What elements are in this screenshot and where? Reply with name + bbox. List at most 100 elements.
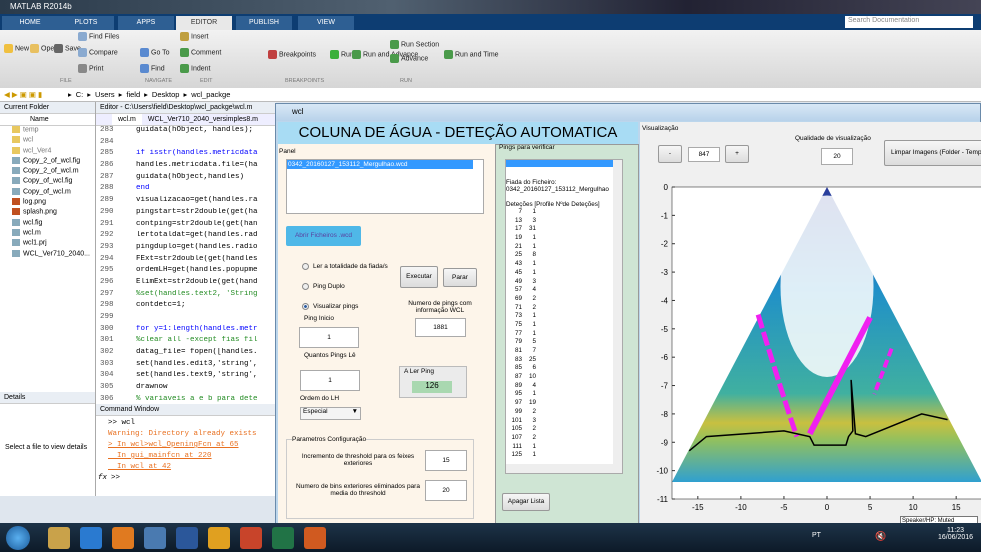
- editor-tab[interactable]: WCL_Ver710_2040_versimples8.m: [142, 114, 264, 125]
- file-item[interactable]: Copy_of_wcl.fig: [0, 177, 95, 187]
- detection-row[interactable]: 49 3: [506, 278, 622, 287]
- language-indicator[interactable]: PT: [812, 532, 821, 539]
- detection-row[interactable]: 83 25: [506, 356, 622, 365]
- detection-row[interactable]: 45 1: [506, 269, 622, 278]
- code-line[interactable]: 289 visualizacao=get(handles.ra: [96, 196, 276, 208]
- add-wcd-files-button[interactable]: Abrir Ficheiros .wcd: [286, 226, 361, 246]
- radio-button-icon[interactable]: [302, 283, 309, 290]
- file-item[interactable]: temp: [0, 126, 95, 136]
- detection-row[interactable]: 87 10: [506, 373, 622, 382]
- detection-row[interactable]: 107 2: [506, 434, 622, 443]
- code-line[interactable]: 288 end: [96, 184, 276, 196]
- speaker-muted-icon[interactable]: 🔇: [875, 531, 886, 542]
- outlook-icon[interactable]: [208, 527, 230, 549]
- app-icon[interactable]: [144, 527, 166, 549]
- previous-ping-button[interactable]: -: [658, 145, 682, 163]
- tab-apps[interactable]: APPS: [118, 16, 174, 30]
- detection-row[interactable]: 43 1: [506, 260, 622, 269]
- file-item[interactable]: WCL_Ver710_2040...: [0, 249, 95, 260]
- address-segment[interactable]: C:: [76, 90, 84, 99]
- file-listbox[interactable]: 0342_20160127_153112_Mergulhao.wcd: [286, 159, 484, 214]
- pings-listbox[interactable]: Fiada do Ficheiro: 0342_20160127_153112_…: [505, 159, 623, 474]
- detection-row[interactable]: 81 7: [506, 347, 622, 356]
- toolbar-print-button[interactable]: Print: [78, 64, 103, 73]
- detection-row[interactable]: 21 1: [506, 243, 622, 252]
- stop-button[interactable]: Parar: [443, 268, 477, 287]
- detection-row[interactable]: 89 4: [506, 382, 622, 391]
- code-line[interactable]: 302 datag_file= fopen([handles.: [96, 348, 276, 360]
- start-button[interactable]: [6, 526, 30, 550]
- radio-button-icon[interactable]: [302, 263, 309, 270]
- file-item[interactable]: log.png: [0, 198, 95, 208]
- detection-row[interactable]: 71: [506, 208, 622, 217]
- code-line[interactable]: 285 if isstr(handles.metricdata: [96, 149, 276, 161]
- lh-order-select[interactable]: Especial ▼: [300, 407, 361, 420]
- file-item[interactable]: Copy_of_wcl.m: [0, 187, 95, 198]
- tab-home[interactable]: HOME: [2, 16, 58, 30]
- threshold-field[interactable]: 15: [425, 450, 467, 471]
- detection-row[interactable]: 99 2: [506, 408, 622, 417]
- detection-row[interactable]: 77 1: [506, 330, 622, 339]
- name-column-header[interactable]: Name: [0, 114, 95, 126]
- detection-row[interactable]: 79 5: [506, 338, 622, 347]
- address-bar[interactable]: ◀ ▶ ▣ ▣ ▮ ▸ C: ▸ Users ▸ field ▸ Desktop ▸ wcl_pac…: [0, 88, 981, 102]
- next-ping-button[interactable]: +: [725, 145, 749, 163]
- detection-row[interactable]: 13 3: [506, 217, 622, 226]
- tab-publish[interactable]: PUBLISH: [236, 16, 292, 30]
- horizontal-scrollbar[interactable]: [506, 464, 622, 473]
- toolbar-new-button[interactable]: New: [4, 44, 29, 53]
- radio-1[interactable]: Ping Duplo: [302, 283, 345, 290]
- detection-row[interactable]: 95 1: [506, 390, 622, 399]
- internet-explorer-icon[interactable]: [80, 527, 102, 549]
- code-line[interactable]: 295 ordemLH=get(handles.popupme: [96, 266, 276, 278]
- detection-row[interactable]: 105 2: [506, 425, 622, 434]
- clear-list-button[interactable]: Apagar Lista: [502, 493, 550, 511]
- detection-row[interactable]: 97 19: [506, 399, 622, 408]
- matlab-icon[interactable]: [304, 527, 326, 549]
- detection-row[interactable]: 101 3: [506, 417, 622, 426]
- detection-row[interactable]: 69 2: [506, 295, 622, 304]
- clock[interactable]: 11:23 16/06/2016: [938, 527, 973, 541]
- code-line[interactable]: 283 guidata(hObject, handles);: [96, 126, 276, 138]
- code-line[interactable]: 293 pingduplo=get(handles.radio: [96, 243, 276, 255]
- code-line[interactable]: 292 lertotaldat=get(handles.rad: [96, 231, 276, 243]
- code-line[interactable]: 290 pingstart=str2double(get(ha: [96, 208, 276, 220]
- detection-row[interactable]: 125 1: [506, 451, 622, 460]
- address-segment[interactable]: wcl_packge: [191, 90, 230, 99]
- toolbar-compare-button[interactable]: Compare: [78, 48, 118, 57]
- toolbar-run-section-button[interactable]: Run Section: [390, 40, 439, 49]
- ping-number-field[interactable]: 847: [688, 147, 720, 162]
- excel-icon[interactable]: [272, 527, 294, 549]
- tab-view[interactable]: VIEW: [298, 16, 354, 30]
- file-item[interactable]: Copy_2_of_wcl.fig: [0, 156, 95, 167]
- file-item[interactable]: wcl: [0, 136, 95, 146]
- detection-row[interactable]: 75 1: [506, 321, 622, 330]
- num-pings-field[interactable]: 1881: [415, 318, 466, 337]
- bins-field[interactable]: 20: [425, 480, 467, 501]
- detection-row[interactable]: 73 1: [506, 312, 622, 321]
- code-line[interactable]: 304 set(handles.text9,'string',: [96, 371, 276, 383]
- radio-2[interactable]: Visualizar pings: [302, 303, 358, 310]
- tab-editor[interactable]: EDITOR: [176, 16, 232, 30]
- toolbar-go-to-button[interactable]: Go To: [140, 48, 170, 57]
- detection-row[interactable]: 19 1: [506, 234, 622, 243]
- toolbar-run-and-time-button[interactable]: Run and Time: [444, 50, 499, 59]
- toolbar-breakpoints-button[interactable]: Breakpoints: [268, 50, 316, 59]
- code-line[interactable]: 286 handles.metricdata.file=(ha: [96, 161, 276, 173]
- code-line[interactable]: 287 guidata(hObject,handles): [96, 173, 276, 185]
- file-list-item[interactable]: 0342_20160127_153112_Mergulhao.wcd: [287, 160, 473, 169]
- code-line[interactable]: 298 contdetc=1;: [96, 301, 276, 313]
- detection-row[interactable]: 17 31: [506, 225, 622, 234]
- toolbar-indent-button[interactable]: Indent: [180, 64, 210, 73]
- file-item[interactable]: wcl.fig: [0, 218, 95, 229]
- toolbar-save-button[interactable]: Save: [54, 44, 81, 53]
- radio-button-icon[interactable]: [302, 303, 309, 310]
- file-item[interactable]: wcl.m: [0, 228, 95, 239]
- address-segment[interactable]: field: [126, 90, 140, 99]
- toolbar-insert-button[interactable]: Insert: [180, 32, 209, 41]
- ping-count-field[interactable]: 1: [300, 370, 360, 391]
- code-line[interactable]: 305 drawnow: [96, 383, 276, 395]
- ping-start-field[interactable]: 1: [299, 327, 359, 348]
- code-line[interactable]: 294 FExt=str2double(get(handles: [96, 255, 276, 267]
- file-item[interactable]: wcl_Ver4: [0, 146, 95, 157]
